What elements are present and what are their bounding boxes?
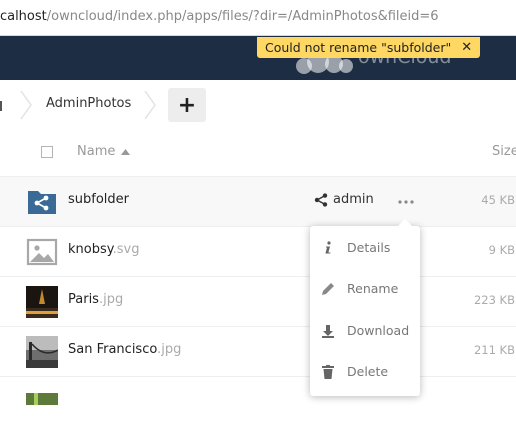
menu-item-delete[interactable]: Delete (310, 352, 420, 392)
file-basename: San Francisco (68, 342, 158, 357)
file-size: 211 KB (473, 343, 515, 357)
home-icon[interactable] (0, 98, 6, 117)
select-all-checkbox[interactable] (41, 146, 53, 158)
share-icon (314, 192, 328, 207)
table-row[interactable]: San Francisco.jpg 211 KB (0, 327, 516, 377)
name-column-header[interactable]: Name (77, 144, 115, 159)
file-name[interactable]: Paris.jpg (68, 292, 123, 307)
image-file-icon (26, 236, 58, 268)
photo-thumbnail (26, 390, 58, 405)
browser-url-bar[interactable]: ocalhost/owncloud/index.php/apps/files/?… (0, 0, 516, 36)
file-basename: knobsy (68, 242, 113, 257)
more-actions-icon[interactable] (396, 193, 416, 211)
file-extension: .svg (112, 242, 140, 257)
close-notification-icon[interactable]: ✕ (461, 37, 472, 58)
file-size: 45 KB (481, 193, 515, 207)
menu-item-rename[interactable]: Rename (310, 269, 420, 309)
breadcrumb: AdminPhotos + (0, 80, 516, 130)
menu-item-label: Details (347, 240, 391, 255)
menu-item-details[interactable]: Details (310, 228, 420, 268)
info-icon (320, 240, 336, 256)
sort-ascending-icon[interactable] (121, 149, 130, 155)
photo-thumbnail (26, 286, 58, 318)
photo-thumbnail (26, 336, 59, 368)
breadcrumb-separator-icon (144, 90, 156, 120)
table-row[interactable]: Paris.jpg 223 KB (0, 277, 516, 327)
url-host: ocalhost (0, 9, 47, 24)
trash-icon (320, 364, 336, 380)
file-extension: .jpg (157, 342, 182, 357)
error-notification: Could not rename "subfolder" ✕ (257, 37, 481, 58)
menu-item-label: Delete (347, 364, 389, 379)
file-extension: .jpg (98, 292, 124, 307)
notification-message: Could not rename "subfolder" (265, 40, 452, 55)
size-column-header[interactable]: Size (492, 144, 516, 159)
table-row[interactable]: subfolder admin 45 KB (0, 177, 516, 227)
file-name[interactable]: subfolder (68, 192, 129, 207)
file-basename: subfolder (68, 192, 130, 207)
download-icon (320, 323, 336, 339)
pencil-icon (320, 281, 336, 297)
menu-item-download[interactable]: Download (310, 311, 420, 351)
menu-item-label: Download (347, 323, 410, 338)
menu-item-label: Rename (347, 281, 399, 296)
shared-with-user: admin (333, 192, 374, 207)
file-size: 9 KB (488, 243, 515, 257)
file-size: 223 KB (473, 293, 515, 307)
file-actions-menu: Details Rename Download Delete (310, 219, 420, 396)
url-text[interactable]: ocalhost/owncloud/index.php/apps/files/?… (0, 9, 439, 24)
breadcrumb-item-adminphotos[interactable]: AdminPhotos (46, 96, 131, 111)
share-status[interactable]: admin (314, 192, 374, 207)
table-row[interactable]: knobsy.svg 9 KB (0, 227, 516, 277)
file-name[interactable]: San Francisco.jpg (68, 342, 181, 357)
file-basename: Paris (68, 292, 99, 307)
menu-arrow (398, 219, 412, 226)
breadcrumb-separator-icon (20, 90, 32, 120)
url-path: /owncloud/index.php/apps/files/?dir=/Adm… (46, 9, 439, 24)
file-name[interactable]: knobsy.svg (68, 242, 139, 257)
file-list-header: Name Size (0, 130, 516, 177)
new-file-button[interactable]: + (168, 88, 206, 122)
table-row[interactable] (0, 377, 516, 427)
plus-icon: + (177, 92, 197, 118)
shared-folder-icon (26, 186, 58, 218)
